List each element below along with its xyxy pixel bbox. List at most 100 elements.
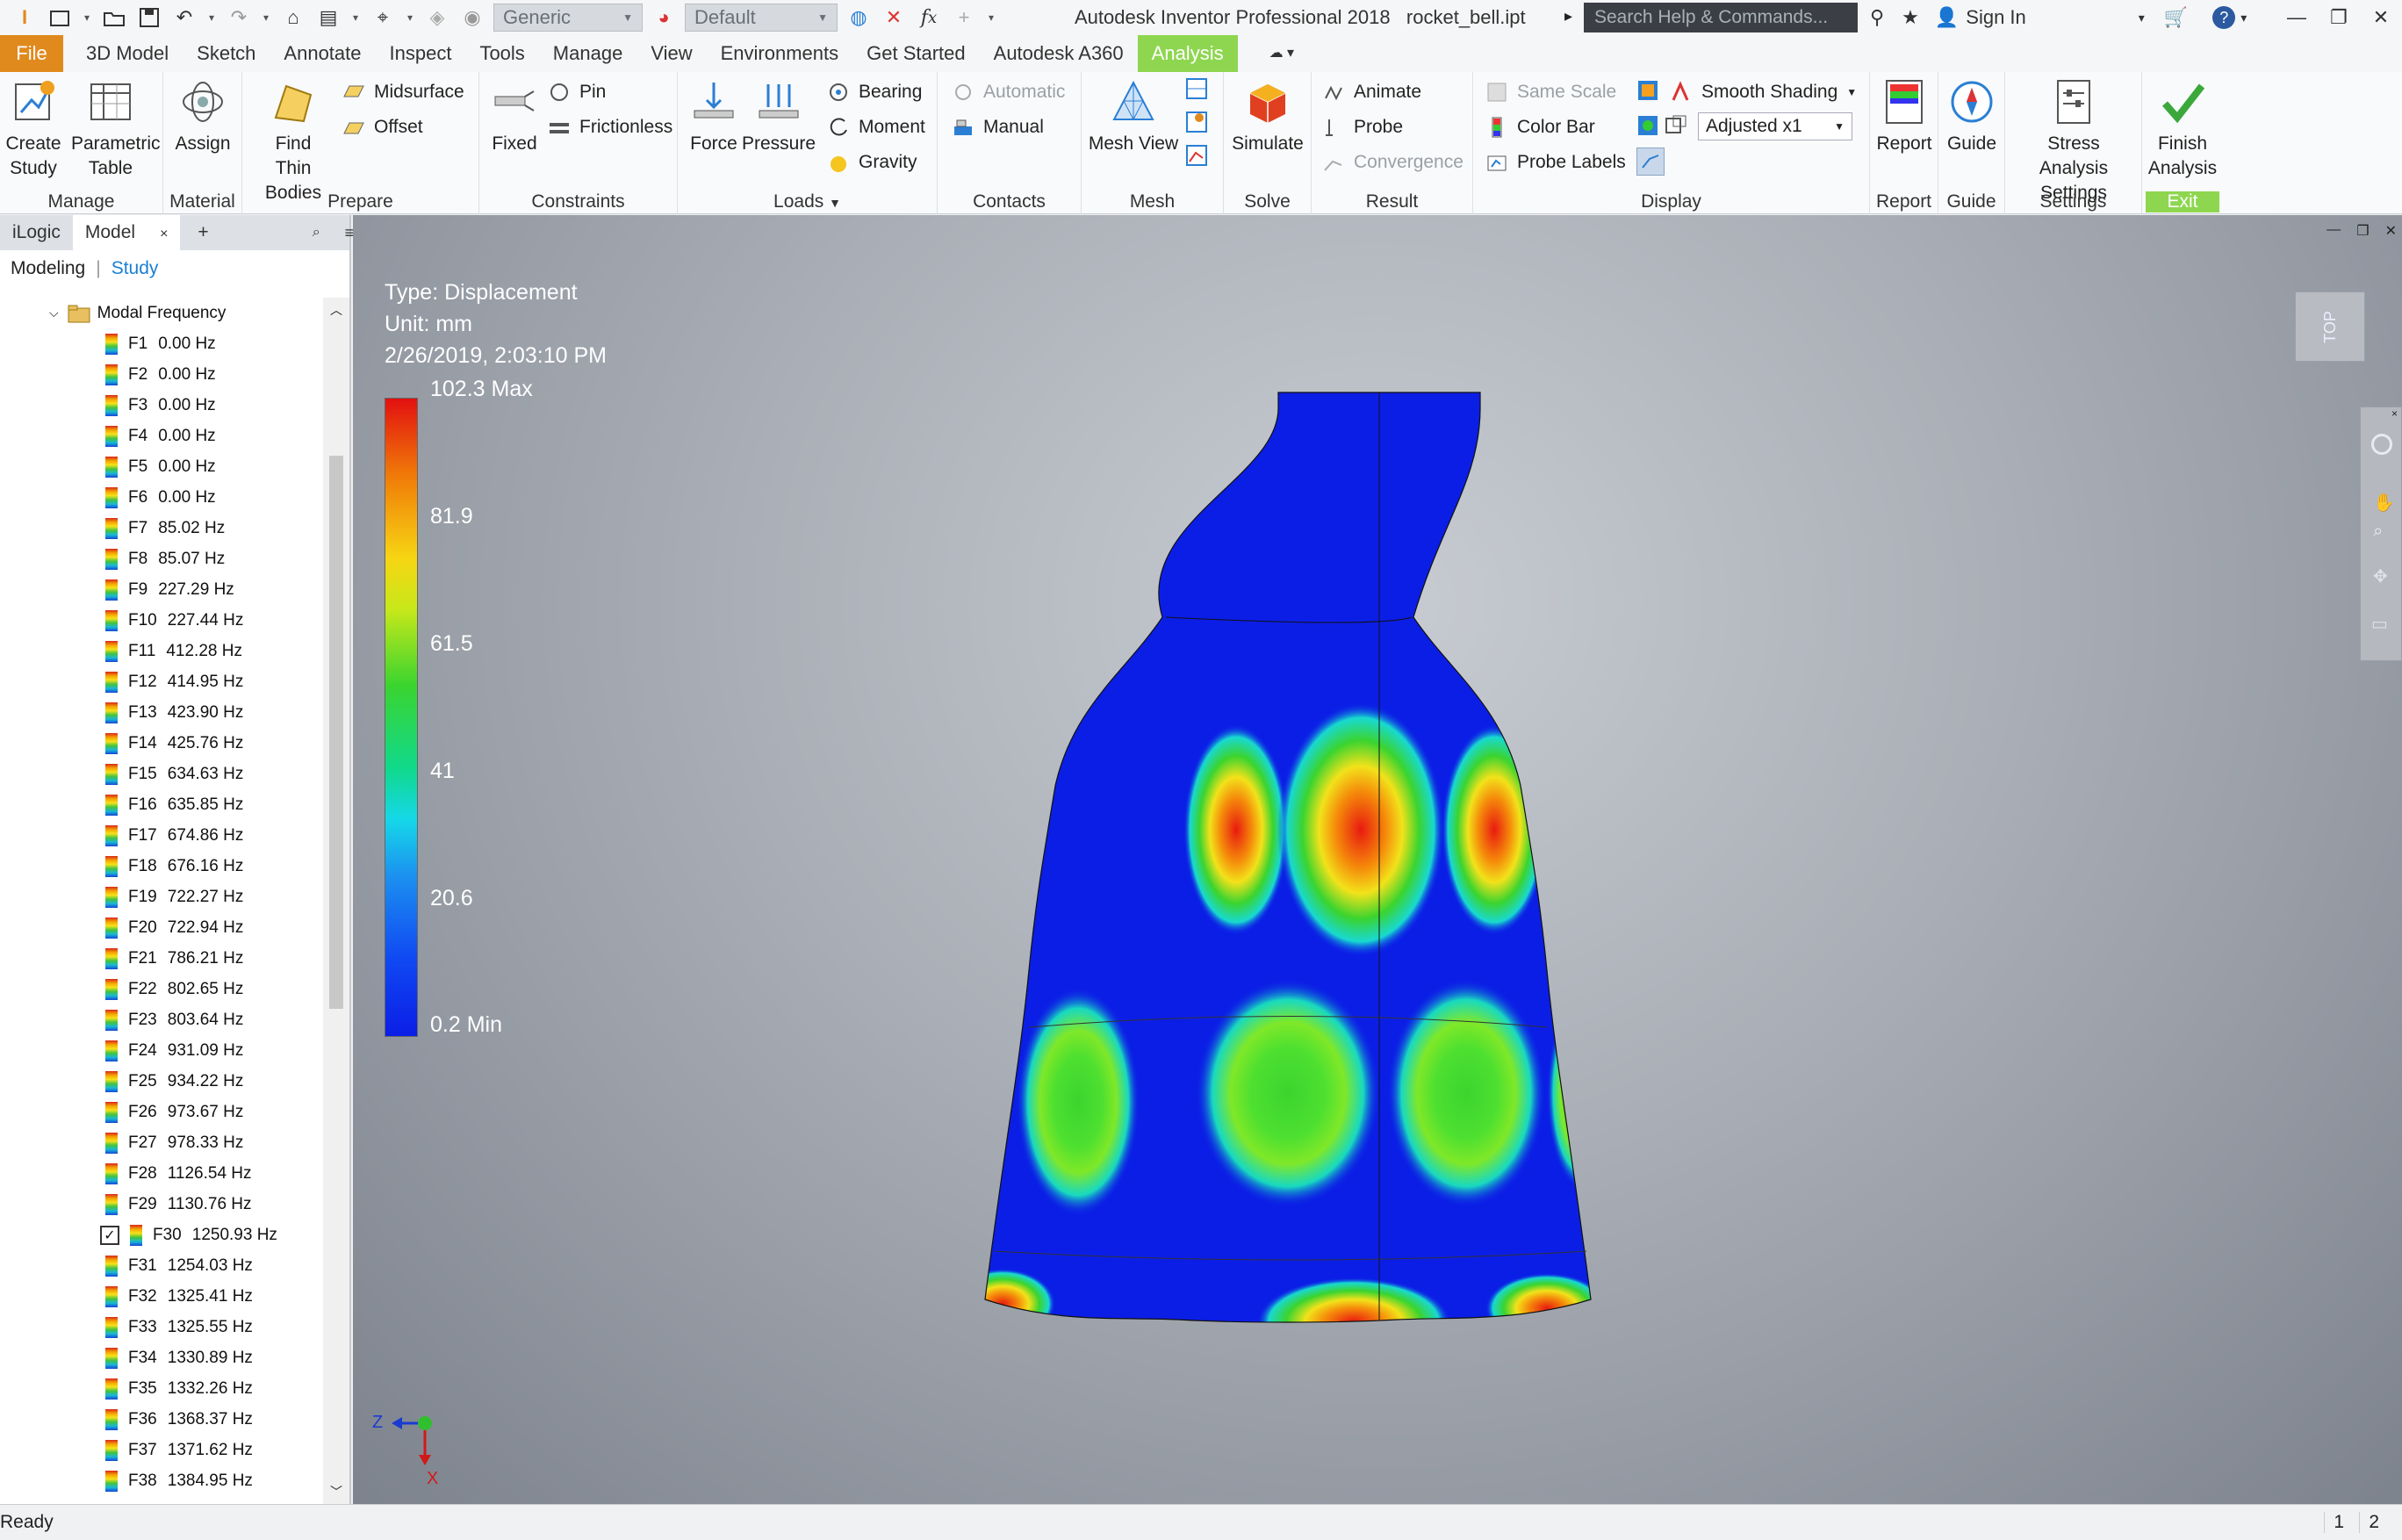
tab-model[interactable]: Model × xyxy=(72,215,181,250)
gravity-button[interactable]: Gravity xyxy=(827,151,917,174)
shaded-display-button[interactable] xyxy=(1636,79,1665,102)
page-1[interactable]: 1 xyxy=(2324,1512,2353,1533)
save-icon[interactable] xyxy=(132,3,167,32)
local-mesh-button[interactable] xyxy=(1185,111,1217,133)
adjust-icon[interactable]: ◍ xyxy=(841,3,876,32)
home-icon[interactable]: ⌂ xyxy=(276,3,311,32)
tree-item-f1[interactable]: F1 0.00 Hz xyxy=(0,328,325,359)
look-at-icon[interactable]: ▭ xyxy=(2371,613,2388,635)
favorites-icon[interactable]: ★ xyxy=(1902,6,1919,29)
force-button[interactable]: Force xyxy=(685,77,743,156)
tree-item-f12[interactable]: F12 414.95 Hz xyxy=(0,666,325,697)
tree-item-f5[interactable]: F5 0.00 Hz xyxy=(0,451,325,482)
tree-item-f20[interactable]: F20 722.94 Hz xyxy=(0,912,325,943)
search-icon[interactable]: ⌕ xyxy=(300,215,333,250)
appearance-icon[interactable]: ◕ xyxy=(646,3,681,32)
scroll-up-icon[interactable]: ︿ xyxy=(330,301,342,319)
cart-icon[interactable]: 🛒 xyxy=(2164,6,2188,29)
user-icon[interactable]: 👤 xyxy=(1935,6,1959,29)
tree-item-f27[interactable]: F27 978.33 Hz xyxy=(0,1127,325,1158)
help-icon[interactable]: ? xyxy=(2212,6,2236,29)
app-icon[interactable]: I xyxy=(7,3,42,32)
manual-button[interactable]: Manual xyxy=(952,116,1044,139)
tree-item-f21[interactable]: F21 786.21 Hz xyxy=(0,943,325,974)
tree-item-f7[interactable]: F7 85.02 Hz xyxy=(0,513,325,543)
mesh-view-button[interactable]: Mesh View xyxy=(1085,77,1182,156)
minimize-icon[interactable]: — xyxy=(2276,0,2318,35)
fixed-button[interactable]: Fixed xyxy=(483,77,546,156)
binoculars-icon[interactable]: ⚲ xyxy=(1870,6,1884,29)
tree-item-f4[interactable]: F4 0.00 Hz xyxy=(0,421,325,451)
material-select[interactable]: Generic ▼ xyxy=(493,4,643,32)
tree-item-f37[interactable]: F37 1371.62 Hz xyxy=(0,1435,325,1465)
tree-item-f18[interactable]: F18 676.16 Hz xyxy=(0,851,325,882)
tab-ilogic[interactable]: iLogic xyxy=(0,215,73,250)
tree-item-f19[interactable]: F19 722.27 Hz xyxy=(0,882,325,912)
tree-item-f9[interactable]: F9 227.29 Hz xyxy=(0,574,325,605)
redo-icon[interactable]: ↷ xyxy=(221,3,256,32)
min-max-button[interactable] xyxy=(1636,148,1665,176)
mesh-settings-button[interactable] xyxy=(1185,77,1217,100)
tree-item-f30[interactable]: ✓ F30 1250.93 Hz xyxy=(0,1220,325,1250)
clear-appearance-icon[interactable]: ✕ xyxy=(876,3,911,32)
guide-button[interactable]: Guide xyxy=(1942,77,2002,156)
parametric-table-button[interactable]: Parametric Table xyxy=(67,77,161,181)
bearing-button[interactable]: Bearing xyxy=(827,81,922,104)
tree-item-f6[interactable]: F6 0.00 Hz xyxy=(0,482,325,513)
orbit-icon[interactable]: ✥ xyxy=(2373,565,2388,587)
checkbox-icon[interactable]: ✓ xyxy=(100,1225,119,1245)
appearance-select[interactable]: Default ▼ xyxy=(685,4,838,32)
group-label-loads[interactable]: Loads ▼ xyxy=(678,191,937,212)
tree-item-f22[interactable]: F22 802.65 Hz xyxy=(0,974,325,1004)
tree-item-f8[interactable]: F8 85.07 Hz xyxy=(0,543,325,574)
pressure-button[interactable]: Pressure xyxy=(742,77,816,156)
open-icon[interactable] xyxy=(97,3,132,32)
tree-item-f26[interactable]: F26 973.67 Hz xyxy=(0,1097,325,1127)
convergence-settings-button[interactable] xyxy=(1185,144,1217,167)
tab-annotate[interactable]: Annotate xyxy=(270,35,375,72)
tree-item-f35[interactable]: F35 1332.26 Hz xyxy=(0,1373,325,1404)
zoom-icon[interactable]: ⌕ xyxy=(2373,522,2383,542)
create-study-button[interactable]: Create Study xyxy=(2,77,65,181)
midsurface-button[interactable]: Midsurface xyxy=(342,81,464,104)
steering-wheel-icon[interactable] xyxy=(2371,434,2392,455)
material-icon[interactable]: ◉ xyxy=(455,3,490,32)
fx-icon[interactable]: fx xyxy=(911,3,946,32)
tab-sketch[interactable]: Sketch xyxy=(183,35,270,72)
close-icon[interactable]: ✕ xyxy=(2360,0,2402,35)
finish-analysis-button[interactable]: Finish Analysis xyxy=(2146,77,2219,181)
select-icon[interactable]: ⌖ xyxy=(365,3,400,32)
minimize-icon[interactable]: — xyxy=(2326,222,2341,240)
adjusted-select[interactable]: Adjusted x1 ▼ xyxy=(1698,112,1852,140)
tree-item-f34[interactable]: F34 1330.89 Hz xyxy=(0,1342,325,1373)
tree-item-f16[interactable]: F16 635.85 Hz xyxy=(0,789,325,820)
pin-button[interactable]: Pin xyxy=(548,81,606,104)
tree-item-f25[interactable]: F25 934.22 Hz xyxy=(0,1066,325,1097)
customize-dropdown-icon[interactable]: ▾ xyxy=(982,3,1001,32)
tree-item-f10[interactable]: F10 227.44 Hz xyxy=(0,605,325,636)
probe-labels-button[interactable]: Probe Labels xyxy=(1485,151,1626,174)
rocket-bell-model[interactable] xyxy=(353,215,2402,1504)
tree-item-f29[interactable]: F29 1130.76 Hz xyxy=(0,1189,325,1220)
contour-display-button[interactable] xyxy=(1636,114,1668,137)
stress-settings-button[interactable]: Stress Analysis Settings xyxy=(2009,77,2139,205)
help-dropdown-icon[interactable]: ▾ xyxy=(2240,11,2247,25)
tab-analysis[interactable]: Analysis xyxy=(1137,35,1238,72)
tree-root[interactable]: ⌵ Modal Frequency xyxy=(0,298,325,328)
tree-item-f13[interactable]: F13 423.90 Hz xyxy=(0,697,325,728)
undo-icon[interactable]: ↶ xyxy=(167,3,202,32)
update-dropdown-icon[interactable]: ▾ xyxy=(346,3,365,32)
animate-button[interactable]: Animate xyxy=(1322,81,1421,104)
assign-button[interactable]: Assign xyxy=(169,77,237,156)
collapse-icon[interactable]: ⌵ xyxy=(49,306,59,320)
add-tab-icon[interactable]: + xyxy=(185,215,220,250)
ribbon-options-icon[interactable]: ☁ ▾ xyxy=(1255,35,1308,72)
close-icon[interactable]: ✕ xyxy=(2385,222,2397,240)
tree-item-f14[interactable]: F14 425.76 Hz xyxy=(0,728,325,759)
sign-in-link[interactable]: Sign In xyxy=(1966,6,2026,29)
tree-item-f38[interactable]: F38 1384.95 Hz xyxy=(0,1465,325,1496)
browser-scrollbar[interactable]: ︿ ﹀ xyxy=(323,298,349,1504)
subtab-modeling[interactable]: Modeling xyxy=(11,258,85,279)
page-2[interactable]: 2 xyxy=(2359,1512,2388,1533)
tree-item-f36[interactable]: F36 1368.37 Hz xyxy=(0,1404,325,1435)
